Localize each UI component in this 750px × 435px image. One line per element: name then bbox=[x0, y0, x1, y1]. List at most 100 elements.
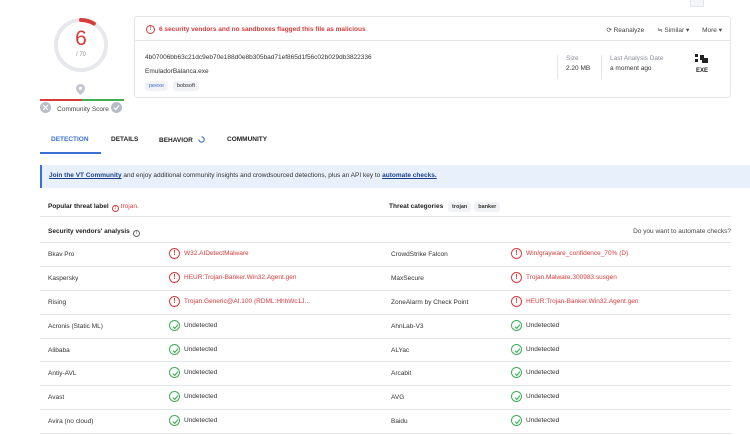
threat-summary-row: Popular threat label! trojan. Threat cate… bbox=[40, 195, 731, 217]
card-actions: ⟳ Reanalyze ≒ Similar ▾ More ▾ bbox=[595, 26, 722, 34]
vendor-detection-result[interactable]: ! Trojan.Generic@AI.100 (RDML:HhhWc1J... bbox=[169, 295, 310, 307]
community-score-row: Community Score bbox=[40, 102, 124, 116]
vendor-result-text: Undetected bbox=[184, 345, 218, 353]
automate-checks-link[interactable]: automate checks. bbox=[382, 172, 437, 179]
check-icon bbox=[172, 395, 179, 401]
alert-circle-icon: ! bbox=[169, 271, 180, 283]
threat-categories: Threat categories trojan banker bbox=[389, 202, 503, 212]
detection-gauge: 6 / 70 bbox=[52, 16, 110, 74]
check-icon bbox=[172, 419, 179, 425]
vendors-table: Bkav Pro! W32.AIDetectMalware CrowdStrike … bbox=[40, 243, 731, 435]
popular-label-text: Popular threat label bbox=[48, 203, 109, 210]
similar-button[interactable]: ≒ Similar ▾ bbox=[657, 27, 689, 34]
vendor-detection-result[interactable]: ! W32.AIDetectMalware bbox=[169, 248, 249, 259]
tab-details[interactable]: DETAILS bbox=[111, 136, 138, 143]
file-tags: peexe bobsoft bbox=[145, 81, 202, 91]
popular-threat-label: Popular threat label! trojan. bbox=[48, 203, 139, 212]
vendor-row: Acronis (Static ML) Undetected AhnLab-V3 Un… bbox=[40, 315, 731, 339]
vendor-name: MaxSecure bbox=[391, 274, 424, 282]
loading-spinner-icon bbox=[197, 136, 205, 143]
alert-circle-icon: ! bbox=[169, 248, 180, 259]
vendor-result-text: Undetected bbox=[184, 417, 218, 425]
vendor-result-text: Undetected bbox=[184, 321, 218, 329]
vendor-name: Baidu bbox=[391, 418, 408, 426]
top-strip bbox=[0, 0, 750, 8]
tab-community[interactable]: COMMUNITY bbox=[227, 136, 267, 143]
popular-threat-value: trojan. bbox=[120, 203, 139, 210]
file-hash[interactable]: 4b07006bb63c21dc9eb70e188d0e8b305bad71ef… bbox=[145, 54, 372, 61]
check-icon bbox=[172, 323, 179, 329]
vendor-row: Alibaba Undetected ALYac Undetected bbox=[40, 339, 731, 363]
automate-checks-prompt[interactable]: Do you want to automate checks? bbox=[633, 228, 731, 235]
vendor-name: Avira (no cloud) bbox=[48, 418, 94, 426]
threat-alert-icon: ! bbox=[111, 205, 119, 212]
vendor-undetected-result: Undetected bbox=[169, 391, 217, 403]
analysis-date-box: Last Analysis Date a moment ago bbox=[601, 55, 663, 79]
join-community-link[interactable]: Join the VT Community bbox=[49, 172, 122, 179]
card-header: ! 6 security vendors and no sandboxes fl… bbox=[135, 17, 730, 41]
category-tag-trojan[interactable]: trojan bbox=[448, 202, 472, 212]
vendor-name: Alibaba bbox=[48, 346, 70, 354]
check-circle-icon bbox=[169, 415, 180, 427]
vendor-row: Avast Undetected AVG Undetected bbox=[40, 386, 731, 411]
check-circle-icon bbox=[169, 367, 180, 379]
vendor-result-text: HEUR:Trojan-Banker.Win32.Agent.gen bbox=[526, 297, 639, 305]
alert-circle-icon: ! bbox=[511, 248, 522, 259]
reanalyze-button[interactable]: ⟳ Reanalyze bbox=[606, 27, 644, 34]
vendor-detection-result[interactable]: ! Win/grayware_confidence_70% (D) bbox=[511, 248, 628, 259]
check-icon bbox=[172, 371, 179, 377]
more-button[interactable]: More ▾ bbox=[702, 27, 722, 34]
category-tag-banker[interactable]: banker bbox=[474, 202, 501, 212]
banner-middle-text: and enjoy additional community insights … bbox=[121, 172, 383, 179]
exe-type-badge: EXE bbox=[695, 68, 708, 74]
tab-behavior[interactable]: BEHAVIOR bbox=[159, 136, 205, 144]
vendor-detection-result[interactable]: ! HEUR:Trojan-Banker.Win32.Agent.gen bbox=[511, 295, 639, 307]
date-value: a moment ago bbox=[610, 65, 652, 72]
vendor-name: AVG bbox=[391, 394, 405, 402]
vendor-name: Bkav Pro bbox=[48, 251, 75, 258]
check-icon bbox=[514, 419, 521, 425]
alert-circle-icon: ! bbox=[146, 25, 155, 34]
date-label: Last Analysis Date bbox=[610, 55, 664, 62]
community-banner: Join the VT Community and enjoy addition… bbox=[40, 165, 750, 188]
vendor-undetected-result: Undetected bbox=[511, 319, 560, 331]
vendor-name: Antiy-AVL bbox=[48, 370, 77, 378]
tag-bobsoft[interactable]: bobsoft bbox=[172, 81, 199, 91]
exe-glyph-icon bbox=[695, 54, 708, 63]
tab-detection[interactable]: DETECTION bbox=[51, 136, 89, 143]
check-circle-icon bbox=[511, 319, 522, 331]
check-icon bbox=[514, 323, 521, 329]
vendor-undetected-result: Undetected bbox=[511, 391, 560, 403]
threat-categories-label: Threat categories bbox=[389, 203, 444, 210]
info-icon[interactable]: i bbox=[132, 230, 140, 237]
check-circle-icon bbox=[511, 343, 522, 355]
tag-peexe[interactable]: peexe bbox=[145, 81, 168, 91]
vendor-name: AhnLab-V3 bbox=[391, 322, 424, 330]
vendor-result-text: Undetected bbox=[526, 393, 560, 401]
vendor-result-text: Undetected bbox=[526, 345, 560, 353]
file-size-box: Size 2.20 MB bbox=[557, 55, 590, 79]
vote-harmless-button[interactable] bbox=[111, 102, 122, 113]
vendor-detection-result[interactable]: ! HEUR:Trojan-Banker.Win32.Agent.gen bbox=[169, 271, 296, 283]
vendor-row: Avira (no cloud) Undetected Baidu Undetecte… bbox=[40, 410, 731, 435]
check-circle-icon bbox=[169, 319, 180, 331]
vendor-detection-result[interactable]: ! Trojan.Malware.300983.susgen bbox=[511, 271, 617, 283]
vendor-undetected-result: Undetected bbox=[169, 415, 218, 427]
vendor-result-text: Undetected bbox=[184, 369, 218, 377]
community-bar-positive bbox=[82, 99, 124, 101]
engine-total: / 70 bbox=[75, 52, 86, 58]
check-circle-icon bbox=[511, 367, 522, 379]
vendor-result-text: Undetected bbox=[526, 321, 560, 329]
vendor-undetected-result: Undetected bbox=[169, 343, 218, 355]
vendor-name: Rising bbox=[48, 298, 67, 306]
detection-score-panel: 6 / 70 Community Score bbox=[40, 14, 124, 116]
alert-circle-icon: ! bbox=[511, 295, 522, 307]
vote-malicious-button[interactable] bbox=[40, 102, 51, 113]
alert-circle-icon: ! bbox=[169, 295, 180, 307]
vendor-undetected-result: Undetected bbox=[511, 367, 559, 379]
vendor-result-text: W32.AIDetectMalware bbox=[184, 250, 249, 257]
size-label: Size bbox=[566, 55, 579, 62]
vendor-name: Avast bbox=[48, 394, 65, 402]
vendor-row: Kaspersky! HEUR:Trojan-Banker.Win32.Agent… bbox=[40, 267, 731, 291]
vendor-row: Antiy-AVL Undetected Arcabit Undetected bbox=[40, 362, 731, 387]
